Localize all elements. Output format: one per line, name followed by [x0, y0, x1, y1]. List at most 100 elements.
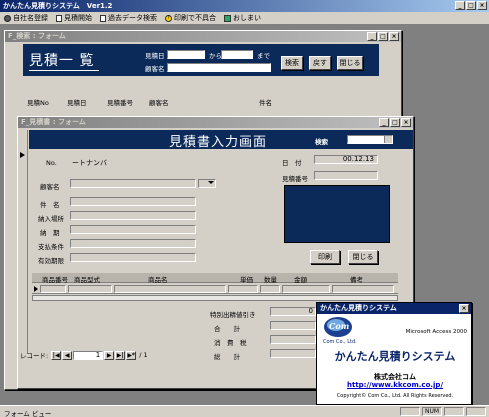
detail-scrollbar[interactable]	[32, 295, 398, 301]
prev-record-icon[interactable]: ◀	[62, 350, 73, 360]
col-customer: 顧客名	[149, 99, 169, 107]
close-icon[interactable]: ×	[477, 1, 487, 10]
entry-heading-panel: 見積書入力画面 検索	[29, 130, 413, 150]
date-to-input[interactable]	[221, 50, 253, 59]
company-logo: Com Com Co., Ltd.	[323, 316, 357, 345]
detail-cell[interactable]	[260, 285, 280, 293]
entry-search-select[interactable]	[347, 135, 393, 144]
last-record-icon[interactable]: ▶|	[115, 350, 126, 360]
maximize-icon[interactable]: □	[466, 1, 476, 10]
close-icon[interactable]: ×	[389, 32, 399, 41]
date-from-input[interactable]	[167, 50, 205, 59]
detail-header: 商品番号 商品型式 商品名 単価 数量 金額 備考	[32, 273, 398, 284]
customer-label: 顧客名	[145, 65, 165, 73]
search-form-titlebar: F_検索 : フォーム _ □ ×	[5, 31, 401, 42]
field-label-subject: 件 名	[40, 201, 60, 209]
subject-field[interactable]	[70, 197, 196, 206]
no-label: No.	[46, 159, 57, 167]
special-discount-field[interactable]: 0	[270, 307, 316, 316]
app-titlebar: かんたん見積りシステム Ver1.2 _ □ ×	[0, 0, 489, 12]
field-label-payment: 支払条件	[38, 243, 64, 251]
company-info-box	[284, 185, 390, 243]
menu-label: 自社名登録	[13, 14, 48, 22]
app-title: かんたん見積りシステム Ver1.2	[3, 2, 113, 10]
date-label: 日 付	[282, 159, 302, 167]
search-heading: 見積一 覧	[29, 50, 99, 71]
detail-cell[interactable]	[40, 285, 66, 293]
customer-label: 顧客名	[40, 183, 60, 191]
record-selector[interactable]	[18, 130, 28, 354]
total-label: 総 計	[214, 353, 240, 361]
first-record-icon[interactable]: |◀	[51, 350, 62, 360]
menu-item-past-search[interactable]: 過去データ検索	[100, 13, 157, 23]
search-header-panel: 見積一 覧 見積日 から まで 顧客名 検索 戻す 閉じる	[23, 44, 379, 76]
detail-cell[interactable]	[68, 285, 112, 293]
record-navigator: レコード: |◀ ◀ 1 ▶ ▶| ▶* / 1	[20, 350, 148, 360]
date-value: 00.12.13	[342, 155, 374, 163]
menu-label: 過去データ検索	[108, 14, 157, 22]
payment-terms-field[interactable]	[70, 239, 196, 248]
next-record-icon[interactable]: ▶	[104, 350, 115, 360]
svg-text:Com: Com	[329, 321, 349, 331]
detail-cell[interactable]	[332, 285, 394, 293]
col-quote-no: 見積No	[27, 99, 49, 107]
detail-cell[interactable]	[114, 285, 226, 293]
subtotal-field[interactable]	[270, 321, 316, 330]
maximize-icon[interactable]: □	[390, 118, 400, 127]
status-bar: フォーム ビュー NUM	[0, 405, 489, 417]
date-label: 見積日	[145, 52, 165, 60]
detail-row[interactable]	[32, 284, 398, 294]
total-field[interactable]	[270, 349, 316, 358]
col-subject: 件名	[259, 99, 272, 107]
detail-cell[interactable]	[282, 285, 330, 293]
menu-item-exit[interactable]: おしまい	[224, 13, 261, 23]
back-button[interactable]: 戻す	[309, 56, 331, 70]
company-logo-text: Com Co., Ltd.	[323, 339, 357, 345]
record-label: レコード:	[20, 352, 49, 360]
menu-item-company[interactable]: 自社名登録	[4, 13, 48, 23]
new-record-icon[interactable]: ▶*	[126, 350, 137, 360]
customer-input[interactable]	[167, 63, 271, 72]
splash-titlebar: かんたん見積りシステム ×	[317, 303, 471, 314]
col-item-model: 商品型式	[74, 276, 100, 284]
platform-label: Microsoft Access 2000	[405, 329, 467, 335]
minimize-icon[interactable]: _	[455, 1, 465, 10]
product-name: かんたん見積りシステム	[334, 350, 456, 363]
quote-number-field[interactable]	[314, 171, 378, 180]
menu-item-start[interactable]: 見積開始	[56, 13, 92, 23]
menu-label: 見積開始	[64, 14, 92, 22]
close-icon[interactable]: ×	[401, 118, 411, 127]
subtotal-label: 合 計	[214, 325, 240, 333]
delivery-place-field[interactable]	[70, 211, 196, 220]
date-field[interactable]: 00.12.13	[314, 155, 378, 164]
menu-label: 印刷で不具合	[174, 14, 216, 22]
company-url-link[interactable]: http://www.kkcom.co.jp/	[317, 381, 473, 389]
tax-field[interactable]	[270, 335, 316, 344]
copyright-text: Copyright© Com Co., Ltd. All Rights Rese…	[336, 393, 454, 399]
list-header: 見積No 見積日 見積番号 顧客名 件名	[23, 97, 379, 107]
customer-dropdown[interactable]	[198, 179, 216, 188]
close-button[interactable]: 閉じる	[337, 56, 363, 70]
menu-item-print-issue[interactable]: ? 印刷で不具合	[165, 13, 216, 23]
minimize-icon[interactable]: _	[367, 32, 377, 41]
minimize-icon[interactable]: _	[379, 118, 389, 127]
record-current-value: 1	[95, 350, 101, 359]
entry-close-button[interactable]: 閉じる	[348, 250, 378, 264]
due-date-field[interactable]	[70, 225, 196, 234]
record-current-field[interactable]: 1	[73, 350, 104, 360]
col-quantity: 数量	[264, 276, 277, 284]
status-panel	[466, 407, 486, 416]
print-button[interactable]: 印刷	[310, 250, 340, 264]
col-unit-price: 単価	[240, 276, 253, 284]
col-quote-date: 見積日	[67, 99, 87, 107]
field-label-due-date: 納 期	[40, 229, 60, 237]
close-icon[interactable]: ×	[459, 304, 469, 313]
validity-field[interactable]	[70, 253, 196, 262]
search-button[interactable]: 検索	[281, 56, 303, 70]
record-total: / 1	[139, 351, 148, 359]
col-quote-number: 見積番号	[107, 99, 133, 107]
customer-field[interactable]	[70, 179, 196, 188]
detail-cell[interactable]	[228, 285, 258, 293]
maximize-icon[interactable]: □	[378, 32, 388, 41]
tax-label: 消 費 税	[214, 339, 247, 347]
